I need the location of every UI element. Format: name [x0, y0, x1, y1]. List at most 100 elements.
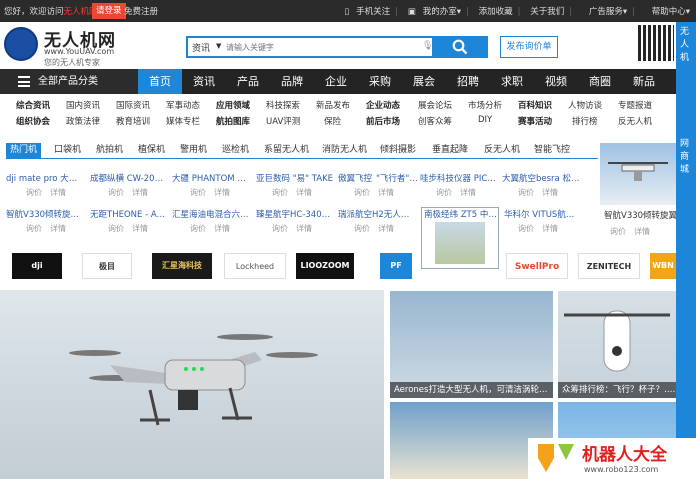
nav-products[interactable]: 产品 [226, 69, 270, 94]
detail-link[interactable]: 详情 [50, 188, 66, 197]
detail-link[interactable]: 详情 [460, 188, 476, 197]
product-title[interactable]: "飞行者"… [376, 172, 420, 184]
brand-logo-jimu[interactable]: 极目 [82, 253, 132, 279]
help-link[interactable]: 帮助中心▾ [645, 7, 690, 17]
sublink[interactable]: UAV评测 [266, 115, 300, 127]
sublink[interactable]: 人物访谈 [568, 99, 602, 111]
detail-link[interactable]: 详情 [214, 188, 230, 197]
hero-image[interactable] [0, 290, 384, 479]
brand-logo-dji[interactable]: dji [12, 253, 62, 279]
detail-link[interactable]: 详情 [542, 188, 558, 197]
news-caption[interactable]: 众筹排行榜：飞行？杯子？…… [558, 382, 676, 398]
product-title[interactable]: 哇步科技仪器 PICA… [420, 172, 498, 184]
detail-link[interactable]: 详情 [542, 224, 558, 233]
tab-flightctrl[interactable]: 智能飞控 [532, 143, 572, 158]
brand-logo-wbn[interactable]: WBN [650, 253, 676, 279]
post-inquiry-button[interactable]: 发布询价单 [500, 36, 558, 58]
inquiry-link[interactable]: 询价 [108, 188, 124, 197]
sublink[interactable]: 创客众筹 [418, 115, 452, 127]
sublink[interactable]: 科技探索 [266, 99, 300, 111]
nav-video[interactable]: 视频 [534, 69, 578, 94]
nav-jobseek[interactable]: 求职 [490, 69, 534, 94]
detail-link[interactable]: 详情 [214, 224, 230, 233]
product-title[interactable]: 汇星海油电混合六旋… [172, 208, 250, 220]
office-link[interactable]: ▣ 我的办室▾ [408, 7, 461, 17]
sublink[interactable]: 教育培训 [116, 115, 150, 127]
register-link[interactable]: 免费注册 [124, 5, 158, 17]
featured-product-title[interactable]: 智航V330倾转旋翼无人机 [604, 209, 676, 221]
ads-link[interactable]: 广告服务▾ [582, 7, 627, 17]
tab-hot[interactable]: 热门机 [6, 143, 42, 158]
sublink[interactable]: 展会论坛 [418, 99, 452, 111]
detail-link[interactable]: 详情 [132, 224, 148, 233]
sublink[interactable]: 组织协会 [16, 115, 50, 127]
inquiry-link[interactable]: 询价 [436, 188, 452, 197]
sublink[interactable]: 航拍图库 [216, 115, 250, 127]
brand-logo-swellpro[interactable]: SwellPro [506, 253, 568, 279]
product-title[interactable]: 南极经纬 ZT5 中型… [424, 208, 498, 220]
inquiry-link[interactable]: 询价 [354, 188, 370, 197]
inquiry-link[interactable]: 询价 [26, 188, 42, 197]
product-title[interactable]: 瑞派航空H2无人机… [338, 208, 416, 220]
search-button[interactable] [434, 36, 488, 58]
news-image[interactable]: Aerones打造大型无人机，可清洁涡轮… [390, 291, 553, 398]
sublink[interactable]: 政策法律 [66, 115, 100, 127]
brand-logo-huixinghai[interactable]: 汇星海科技 [152, 253, 212, 279]
nav-home[interactable]: 首页 [138, 69, 182, 94]
tab-oblique[interactable]: 倾斜摄影 [378, 143, 418, 158]
nav-newproducts[interactable]: 新品 [622, 69, 666, 94]
news-image[interactable]: 众筹排行榜：飞行？杯子？…… [558, 291, 676, 398]
sublink[interactable]: 反无人机 [618, 115, 652, 127]
nav-brands[interactable]: 品牌 [270, 69, 314, 94]
product-title[interactable]: 无距THEONE - AH… [90, 208, 168, 220]
product-title[interactable]: 亚巨数码 "易" TAKE [256, 172, 334, 184]
login-button[interactable]: 请登录 [92, 3, 126, 19]
tab-antidrone[interactable]: 反无人机 [482, 143, 522, 158]
tab-inspection[interactable]: 巡检机 [220, 143, 251, 158]
tab-pocket[interactable]: 口袋机 [52, 143, 83, 158]
mobile-link[interactable]: ▯ 手机关注 [344, 7, 390, 17]
side-mall-strip[interactable]: 无 人 机 网 商 城 [676, 22, 696, 479]
sublink[interactable]: 国际资讯 [116, 99, 150, 111]
nav-companies[interactable]: 企业 [314, 69, 358, 94]
tab-firefight[interactable]: 消防无人机 [320, 143, 369, 158]
sublink[interactable]: 赛事活动 [518, 115, 552, 127]
featured-product-image[interactable] [600, 143, 676, 205]
detail-link[interactable]: 详情 [50, 224, 66, 233]
search-input[interactable] [226, 40, 416, 54]
inquiry-link[interactable]: 询价 [190, 188, 206, 197]
sublink[interactable]: 排行榜 [572, 115, 598, 127]
search-category-select[interactable]: 资讯 [192, 41, 210, 54]
detail-link[interactable]: 详情 [378, 224, 394, 233]
sublink[interactable]: 综合资讯 [16, 99, 50, 111]
product-title[interactable]: 成都纵横 CW-20大疆… [90, 172, 168, 184]
detail-link[interactable]: 详情 [132, 188, 148, 197]
sublink[interactable]: 媒体专栏 [166, 115, 200, 127]
nav-expo[interactable]: 展会 [402, 69, 446, 94]
nav-news[interactable]: 资讯 [182, 69, 226, 94]
logo-icon[interactable] [4, 27, 38, 61]
detail-link[interactable]: 详情 [378, 188, 394, 197]
inquiry-link[interactable]: 询价 [108, 224, 124, 233]
all-categories-button[interactable]: 全部产品分类 [0, 69, 138, 94]
detail-link[interactable]: 详情 [296, 188, 312, 197]
brand-logo-zenitech[interactable]: ZENITECH [578, 253, 640, 279]
sublink[interactable]: 百科知识 [518, 99, 552, 111]
sublink[interactable]: 国内资讯 [66, 99, 100, 111]
tab-tethered[interactable]: 系留无人机 [262, 143, 311, 158]
favorite-link[interactable]: 添加收藏 [479, 7, 513, 17]
inquiry-link[interactable]: 询价 [354, 224, 370, 233]
product-title[interactable]: 臻星航宇HC-340六… [256, 208, 334, 220]
detail-link[interactable]: 详情 [634, 227, 650, 236]
sublink[interactable]: 军事动态 [166, 99, 200, 111]
brand-logo-liaozoom[interactable]: LIOOZOOM [296, 253, 354, 279]
sublink[interactable]: 新品发布 [316, 99, 350, 111]
sublink[interactable]: DIY [478, 115, 492, 125]
detail-link[interactable]: 详情 [296, 224, 312, 233]
tab-police[interactable]: 警用机 [178, 143, 209, 158]
inquiry-link[interactable]: 询价 [272, 188, 288, 197]
inquiry-link[interactable]: 询价 [518, 224, 534, 233]
microphone-icon[interactable]: 🎙 [422, 41, 433, 51]
tab-vtol[interactable]: 垂直起降 [430, 143, 470, 158]
inquiry-link[interactable]: 询价 [272, 224, 288, 233]
